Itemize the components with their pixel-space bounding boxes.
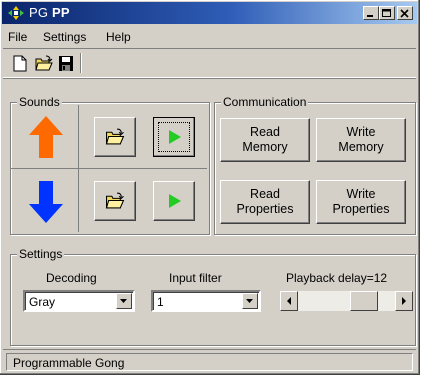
read-properties-button[interactable]: Read Properties [220,180,310,224]
write-properties-button[interactable]: Write Properties [316,180,406,224]
menu-file[interactable]: File [8,30,27,44]
sounds-group-label: Sounds [17,95,62,109]
close-button[interactable] [397,6,413,20]
decoding-select[interactable]: Gray [23,290,135,312]
open-sound-down-button[interactable] [94,181,136,221]
read-properties-line2: Properties [236,202,294,216]
open-button[interactable] [32,53,54,73]
scroll-right-button[interactable] [395,291,413,311]
minimize-button[interactable] [363,6,379,20]
window-title: PG PP [29,5,70,20]
maximize-button[interactable] [379,6,395,20]
read-memory-button[interactable]: Read Memory [220,118,310,162]
write-memory-line2: Memory [338,140,384,154]
read-properties-line1: Read [250,187,280,201]
title-bar[interactable]: PG PP [2,2,417,24]
play-sound-down-button[interactable] [153,181,195,221]
read-memory-line1: Read [250,125,280,139]
menu-bar: File Settings Help [3,27,416,47]
save-disk-icon [59,56,73,71]
write-properties-line1: Write [346,187,376,201]
input-filter-value: 1 [157,295,164,309]
toolbar-separator [80,53,82,73]
toolbar [3,48,416,78]
communication-group-label: Communication [221,95,309,109]
save-button[interactable] [55,53,77,73]
decoding-label: Decoding [46,271,97,285]
scroll-left-button[interactable] [280,291,298,311]
close-icon [400,9,409,18]
input-filter-select[interactable]: 1 [151,290,261,312]
new-button[interactable] [9,53,31,73]
open-folder-icon [105,128,125,145]
maximize-icon [382,9,391,17]
open-folder-icon [105,192,125,209]
open-sound-up-button[interactable] [94,117,136,157]
decoding-value: Gray [29,295,56,309]
write-memory-line1: Write [346,125,376,139]
playback-delay-label: Playback delay=12 [286,271,388,285]
arrow-left-icon [287,297,291,305]
application-window: PG PP File Settings Help Sounds Communic… [0,0,420,375]
menu-help[interactable]: Help [106,30,131,44]
input-filter-dropdown-button[interactable] [242,293,258,309]
arrow-right-icon [402,297,406,305]
write-memory-button[interactable]: Write Memory [316,118,406,162]
down-arrow-icon [29,181,63,223]
read-memory-line2: Memory [242,140,288,154]
play-icon [169,194,181,208]
minimize-icon [367,15,373,17]
open-folder-icon [35,55,53,71]
decoding-dropdown-button[interactable] [116,293,132,309]
scroll-thumb[interactable] [350,291,378,311]
menu-settings[interactable]: Settings [43,30,86,44]
play-icon [169,130,181,144]
chevron-down-icon [246,299,253,303]
write-properties-line2: Properties [332,202,390,216]
playback-delay-scrollbar[interactable] [279,290,414,312]
up-arrow-icon [29,116,63,158]
status-bar: Programmable Gong [3,349,416,372]
input-filter-label: Input filter [169,271,222,285]
status-panel: Programmable Gong [6,353,413,371]
app-icon [8,6,24,20]
sounds-divider-horizontal [11,168,207,169]
settings-group-label: Settings [17,247,65,261]
new-file-icon [13,55,27,72]
sound-up-cell[interactable] [24,112,68,162]
status-text: Programmable Gong [13,356,125,370]
chevron-down-icon [120,299,127,303]
sound-down-cell[interactable] [24,178,68,228]
play-sound-up-button[interactable] [153,117,195,157]
